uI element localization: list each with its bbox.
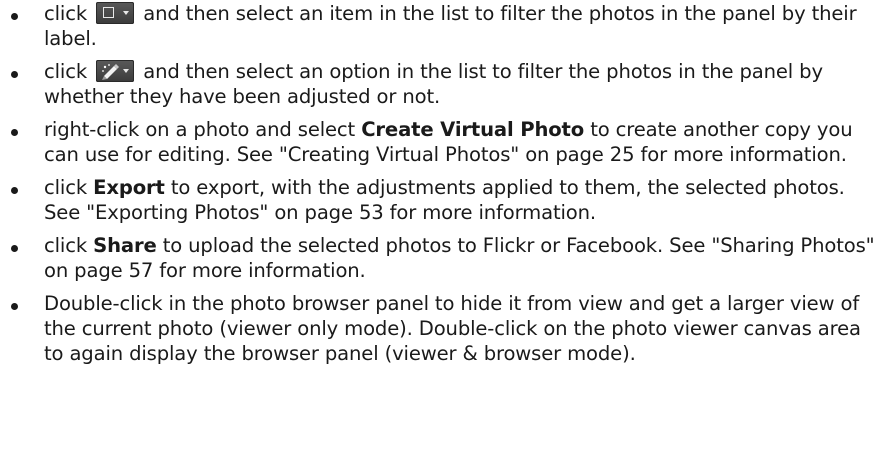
item-text-start: click <box>44 60 88 83</box>
help-document: click and then select an item in the lis… <box>0 0 896 470</box>
list-item-double-click: Double-click in the photo browser panel … <box>0 291 896 366</box>
item-text-end: and then select an option in the list to… <box>44 60 823 108</box>
bullet-icon <box>11 187 18 194</box>
item-text-end: to upload the selected photos to Flickr … <box>44 234 875 282</box>
list-item-virtual-photo: right-click on a photo and select Create… <box>0 117 896 167</box>
bullet-icon <box>11 303 18 310</box>
item-bold-term: Create Virtual Photo <box>361 118 585 141</box>
item-text-full: Double-click in the photo browser panel … <box>44 292 861 365</box>
item-text-start: click <box>44 176 88 199</box>
label-filter-icon <box>103 7 115 18</box>
list-item-share: click Share to upload the selected photo… <box>0 233 896 283</box>
list-item-label-filter: click and then select an item in the lis… <box>0 1 896 51</box>
item-text-start: right-click on a photo and select <box>44 118 356 141</box>
instruction-list: click and then select an item in the lis… <box>0 1 896 366</box>
bullet-icon <box>11 71 18 78</box>
item-text-start: click <box>44 2 88 25</box>
label-filter-button <box>96 2 135 24</box>
item-bold-term: Export <box>93 176 165 199</box>
item-bold-term: Share <box>93 234 157 257</box>
item-text-end: and then select an item in the list to f… <box>44 2 857 50</box>
item-text-start: click <box>44 234 88 257</box>
bullet-icon <box>11 129 18 136</box>
adjusted-filter-button <box>96 60 135 82</box>
bullet-icon <box>11 13 18 20</box>
chevron-down-icon <box>123 69 130 73</box>
pencil-filter-icon <box>102 64 120 80</box>
bullet-icon <box>11 245 18 252</box>
list-item-adjusted-filter: click and then select an option in the l… <box>0 59 896 109</box>
chevron-down-icon <box>123 11 130 15</box>
item-text-end: to export, with the adjustments applied … <box>44 176 845 224</box>
list-item-export: click Export to export, with the adjustm… <box>0 175 896 225</box>
